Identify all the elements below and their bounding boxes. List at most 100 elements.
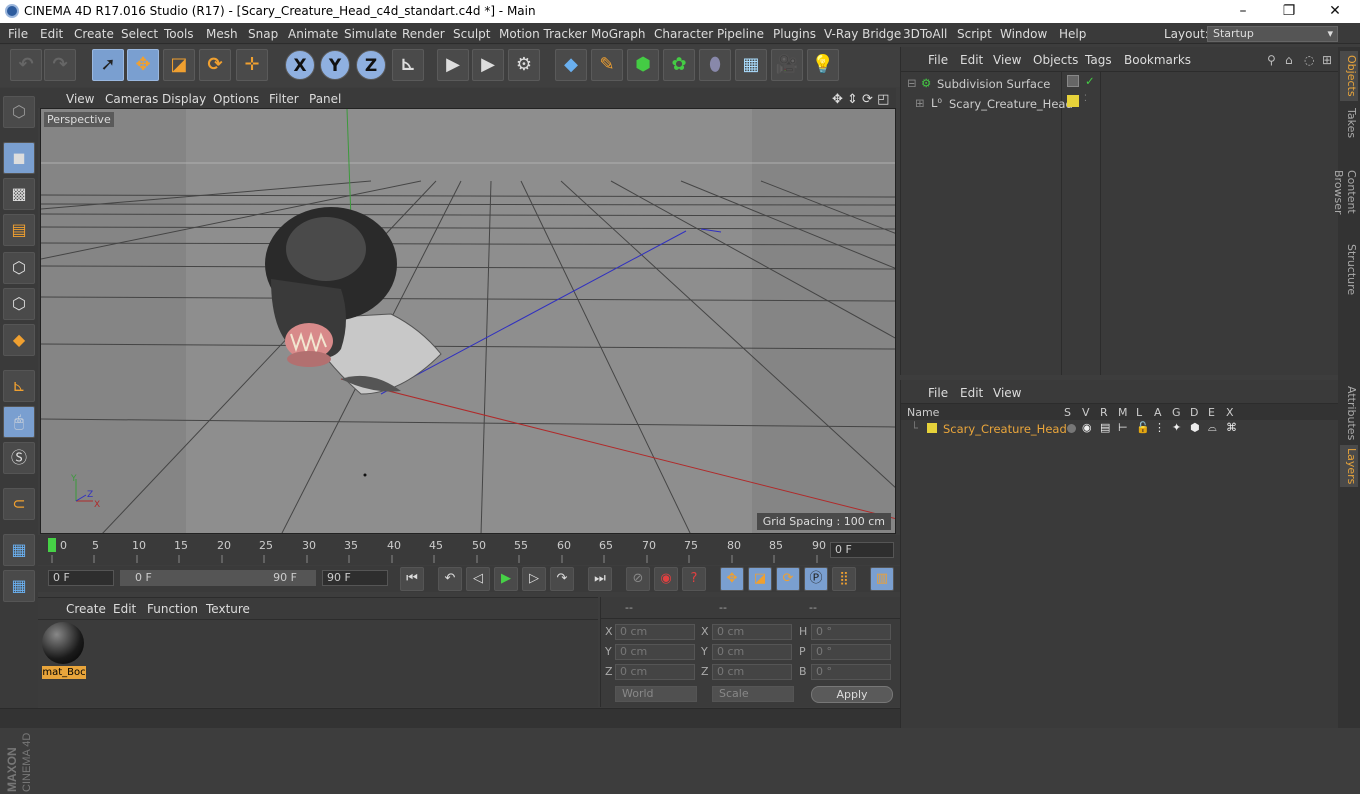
coordinate-mode-select[interactable]: World [615,686,697,702]
objects-menu-bookmarks[interactable]: Bookmarks [1124,53,1191,67]
phong-tag-icon[interactable] [1067,75,1079,87]
points-mode-button[interactable]: ⬡ [3,252,35,284]
3d-viewport[interactable]: Y X Z Perspective Grid Spacing : 100 cm [40,108,896,534]
menu-mesh[interactable]: Mesh [206,27,238,41]
edges-mode-button[interactable]: ⬡ [3,288,35,320]
apply-button[interactable]: Apply [811,686,893,703]
viewport-nav-icons[interactable]: ✥ ⇕ ⟳ ◰ [832,92,889,107]
menu-snap[interactable]: Snap [248,27,278,41]
tweak-mode-button[interactable]: 🖱 [3,406,35,438]
tab-content-browser[interactable]: Content Browser [1332,147,1358,237]
subdivision-surface-button[interactable]: ⬢ [627,49,659,81]
polygons-mode-button[interactable]: ◆ [3,324,35,356]
layer-col-view[interactable]: V [1082,406,1090,419]
undo-button[interactable]: ↶ [10,49,42,81]
scale-tool-button[interactable]: ◪ [163,49,195,81]
keyframe-selection-button[interactable]: ? [682,567,706,591]
material-menu-create[interactable]: Create [66,602,106,616]
menu-window[interactable]: Window [1000,27,1047,41]
floor-object-button[interactable]: ▦ [735,49,767,81]
new-window-icon[interactable]: ⊞ [1322,53,1332,67]
menu-script[interactable]: Script [957,27,992,41]
menu-simulate[interactable]: Simulate [344,27,397,41]
layer-generators-icon[interactable]: ✦ [1172,421,1181,434]
viewport-menu-view[interactable]: View [66,92,94,106]
solo-mode-button[interactable]: Ⓢ [3,442,35,474]
menu-3dtoall[interactable]: 3DToAll [903,27,947,41]
menu-pipeline[interactable]: Pipeline [717,27,764,41]
start-frame-field[interactable]: 0 F [48,570,114,586]
rot-b-field[interactable]: 0 ° [811,664,891,680]
menu-mograph[interactable]: MoGraph [591,27,646,41]
menu-file[interactable]: File [8,27,28,41]
key-pla-button[interactable]: ⣿ [832,567,856,591]
go-to-start-button[interactable]: ⏮ [400,567,424,591]
key-parameter-button[interactable]: Ⓟ [804,567,828,591]
layer-animation-icon[interactable]: ⋮ [1154,421,1165,434]
record-keys-button[interactable]: ⊘ [626,567,650,591]
tab-objects[interactable]: Objects [1340,51,1358,101]
tab-takes[interactable]: Takes [1340,105,1358,141]
viewport-menu-panel[interactable]: Panel [309,92,341,106]
frame-range-slider[interactable]: 0 F 90 F [120,570,316,586]
objects-menu-objects[interactable]: Objects [1033,53,1078,67]
y-axis-lock-button[interactable]: Y [320,50,350,80]
layer-col-expressions[interactable]: E [1208,406,1215,419]
objects-menu-tags[interactable]: Tags [1085,53,1112,67]
size-z-field[interactable]: 0 cm [712,664,792,680]
viewport-scene[interactable]: Y X Z [41,109,896,534]
layer-lock-icon[interactable]: 🔓 [1136,421,1150,434]
cube-object-button[interactable]: ◆ [555,49,587,81]
tree-collapse-icon[interactable]: ⊟ [907,76,917,90]
deformer-button[interactable]: ⬮ [699,49,731,81]
x-axis-lock-button[interactable]: X [285,50,315,80]
menu-sculpt[interactable]: Sculpt [453,27,490,41]
camera-button[interactable]: 🎥 [771,49,803,81]
menu-character[interactable]: Character [654,27,713,41]
timeline-window-button[interactable]: ▥ [870,567,894,591]
object-row-subdivision-surface[interactable]: ⊟ ⚙ Subdivision Surface ✓ [901,74,1339,92]
home-icon[interactable]: ⌂ [1285,53,1293,67]
locked-workplane-button[interactable]: ▦ [3,570,35,602]
model-mode-button[interactable]: ◼ [3,142,35,174]
workplane-button[interactable]: ▦ [3,534,35,566]
objects-menu-file[interactable]: File [928,53,948,67]
go-to-end-button[interactable]: ⏭ [588,567,612,591]
visibility-dots-icon[interactable]: ⁚ [1084,94,1087,104]
pos-x-field[interactable]: 0 cm [615,624,695,640]
menu-select[interactable]: Select [121,27,158,41]
timeline-ruler[interactable]: 0 5 10 15 20 25 30 35 40 45 50 55 60 65 … [38,535,900,565]
rot-p-field[interactable]: 0 ° [811,644,891,660]
menu-plugins[interactable]: Plugins [773,27,816,41]
search-icon[interactable]: ⚲ [1267,53,1276,67]
layer-color-tag[interactable] [1067,95,1079,107]
menu-help[interactable]: Help [1059,27,1086,41]
cloner-button[interactable]: ✿ [663,49,695,81]
objects-menu-edit[interactable]: Edit [960,53,983,67]
key-scale-button[interactable]: ◪ [748,567,772,591]
layer-col-solo[interactable]: S [1064,406,1071,419]
size-mode-select[interactable]: Scale [712,686,794,702]
tree-expand-icon[interactable]: ⊞ [915,96,925,110]
menu-vray-bridge[interactable]: V-Ray Bridge [824,27,901,41]
next-frame-button[interactable]: ▷ [522,567,546,591]
layer-col-manager[interactable]: M [1118,406,1128,419]
timeline-ticks[interactable]: 0 5 10 15 20 25 30 35 40 45 50 55 60 65 … [48,535,838,565]
viewport-menu-filter[interactable]: Filter [269,92,299,106]
redo-button[interactable]: ↷ [44,49,76,81]
current-frame-field[interactable]: 0 F [830,542,894,558]
menu-create[interactable]: Create [74,27,114,41]
rotate-tool-button[interactable]: ⟳ [199,49,231,81]
light-button[interactable]: 💡 [807,49,839,81]
layer-col-xrefs[interactable]: X [1226,406,1234,419]
layer-color-swatch[interactable] [927,423,937,433]
object-row-scary-creature-head[interactable]: ⊞ L⁰ Scary_Creature_Head ⁚ [901,94,1339,112]
material-menu-edit[interactable]: Edit [113,602,136,616]
viewport-menu-display[interactable]: Display [162,92,206,106]
layer-deformers-icon[interactable]: ⬢ [1190,421,1200,434]
layers-menu-view[interactable]: View [993,386,1021,400]
tab-attributes[interactable]: Attributes [1340,385,1358,441]
tab-layers[interactable]: Layers [1340,445,1358,487]
layer-expressions-icon[interactable]: ⌓ [1208,421,1217,435]
workplane-mode-button[interactable]: ▤ [3,214,35,246]
